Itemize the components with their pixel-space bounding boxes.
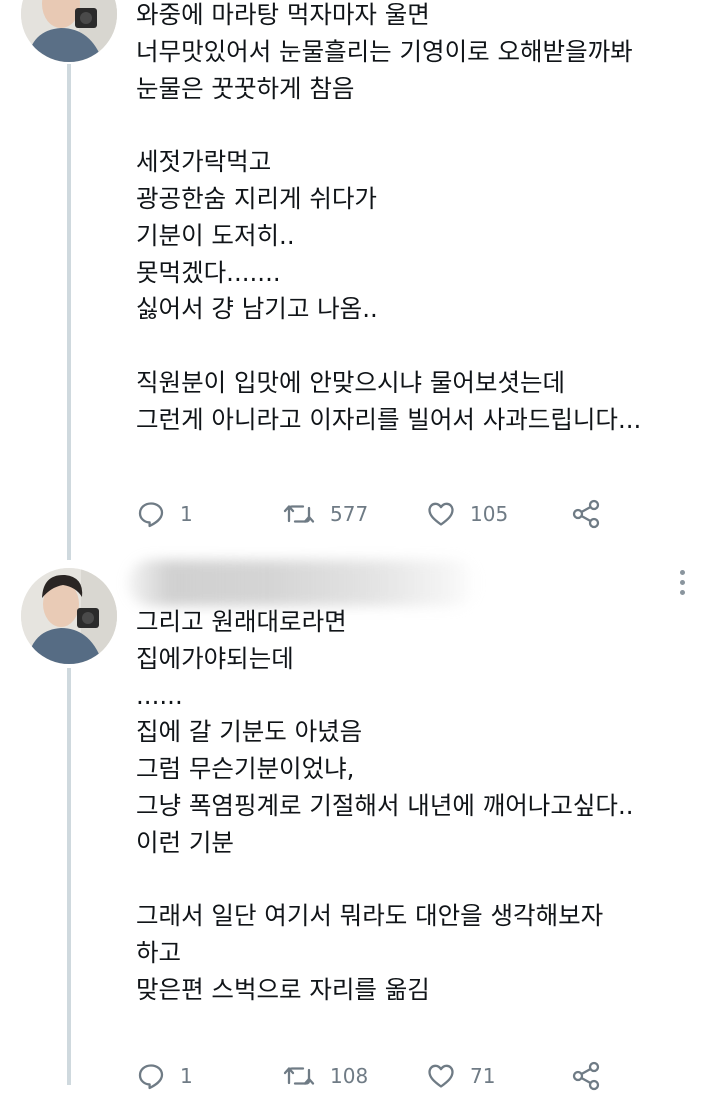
reply-count: 1 (180, 1064, 193, 1088)
tweet-text: 와중에 마라탕 먹자마자 울면 너무맛있어서 눈물흘리는 기영이로 오해받을까봐… (136, 0, 641, 439)
retweet-button[interactable]: 108 (282, 1059, 368, 1093)
like-button[interactable]: 105 (426, 497, 508, 531)
tweet-line: 광공한숨 지리게 쉬다가 (136, 183, 377, 213)
share-icon (572, 499, 600, 529)
share-button[interactable] (570, 1059, 602, 1093)
tweet-line (136, 328, 641, 365)
tweet-line: 그냥 폭염핑계로 기절해서 내년에 깨어나고싶다.. (136, 790, 634, 820)
avatar[interactable] (21, 568, 117, 664)
tweet-line: 그럼 무슨기분이었냐, (136, 754, 355, 784)
tweet-line: 세젓가락먹고 (136, 147, 272, 177)
retweet-icon (283, 505, 315, 523)
tweet-line: 기분이 도저히.. (136, 220, 295, 250)
more-options-icon[interactable] (676, 570, 688, 600)
tweet-line: ...... (136, 680, 183, 710)
thread-line (67, 64, 71, 560)
tweet-actions: 1 577 105 (136, 497, 616, 531)
like-button[interactable]: 71 (426, 1059, 495, 1093)
reply-icon (138, 502, 164, 528)
retweet-count: 108 (330, 1064, 369, 1088)
heart-icon (428, 1064, 454, 1088)
like-count: 71 (470, 1064, 496, 1088)
share-button[interactable] (570, 497, 602, 531)
heart-icon (428, 502, 454, 526)
tweet-line: 싫어서 걍 남기고 나옴.. (136, 294, 378, 324)
reply-icon (138, 1064, 164, 1090)
like-count: 105 (470, 502, 509, 526)
tweet-line (136, 862, 634, 899)
tweet-line: 직원분이 입맛에 안맞으시냐 물어보셧는데 (136, 367, 566, 397)
tweet-line: 집에가야되는데 (136, 643, 294, 673)
retweet-button[interactable]: 577 (282, 497, 368, 531)
tweet-line: 못먹겠다....... (136, 257, 281, 287)
tweet-line: 와중에 마라탕 먹자마자 울면 (136, 0, 430, 29)
tweet-line: 하고 (136, 938, 182, 968)
reply-button[interactable]: 1 (136, 497, 193, 531)
tweet-actions: 1 108 71 (136, 1059, 616, 1093)
tweet-line (136, 107, 641, 144)
tweet-line: 너무맛있어서 눈물흘리는 기영이로 오해받을까봐 (136, 36, 633, 66)
tweet-line: 그래서 일단 여기서 뭐라도 대안을 생각해보자 (136, 901, 604, 931)
avatar[interactable] (21, 0, 117, 62)
tweet-line: 맞은편 스벅으로 자리를 옮김 (136, 974, 430, 1004)
author-name-redacted (128, 560, 478, 606)
thread-line (67, 668, 71, 1085)
tweet-line: 집에 갈 기분도 아녔음 (136, 717, 363, 747)
tweet-line: 이런 기분 (136, 827, 234, 857)
tweet-line: 그런게 아니라고 이자리를 빌어서 사과드립니다... (136, 404, 642, 434)
retweet-count: 577 (330, 502, 369, 526)
tweet-line: 눈물은 꿋꿋하게 참음 (136, 73, 355, 103)
reply-button[interactable]: 1 (136, 1059, 193, 1093)
share-icon (572, 1061, 600, 1091)
reply-count: 1 (180, 502, 193, 526)
tweet-text: 그리고 원래대로라면 집에가야되는데 ...... 집에 갈 기분도 아녔음 그… (136, 604, 634, 1009)
retweet-icon (283, 1067, 315, 1085)
tweet-line: 그리고 원래대로라면 (136, 607, 347, 636)
